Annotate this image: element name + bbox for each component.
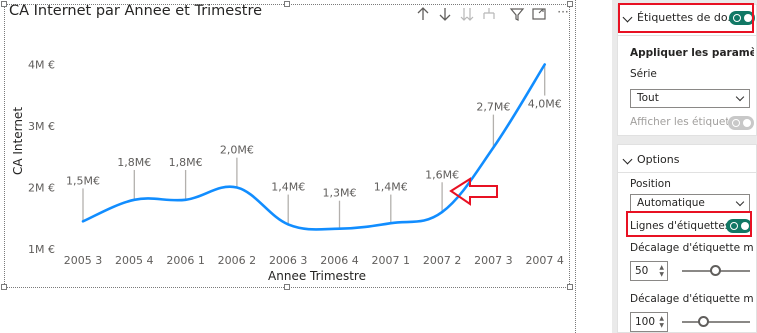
show-labels-label: Afficher les étiquet... (630, 116, 728, 128)
position-dropdown-value: Automatique (637, 197, 705, 209)
x-tick-label: 2005 4 (115, 254, 154, 267)
data-label: 1,4M€ (271, 181, 305, 194)
chart-plot-area: 1M € 2M € 3M € 4M € 1,5M€ 1,8M€ 1,8M€ 2,0M€ 1,4… (11, 59, 564, 284)
data-label: 2,7M€ (476, 101, 510, 114)
options-title: Options (637, 153, 680, 166)
canvas-gutter (575, 0, 612, 333)
series-line[interactable] (81, 63, 546, 231)
apply-settings-title: Appliquer les paramètre... (630, 47, 754, 59)
x-tick-label: 2005 3 (64, 254, 103, 267)
format-pane: Étiquettes de do... Appliquer les paramè… (612, 0, 757, 333)
data-label: 1,5M€ (66, 174, 100, 187)
max-offset-stepper[interactable]: 100 ▲ ▼ (630, 312, 668, 332)
max-offset-slider[interactable] (682, 321, 750, 323)
divider (618, 35, 756, 36)
data-label: 1,4M€ (374, 181, 408, 194)
chevron-down-icon (622, 154, 633, 165)
y-tick-label: 4M € (28, 59, 55, 72)
highlight-box-leader-lines (626, 211, 752, 237)
canvas-edge-dotted-line (575, 0, 576, 333)
data-label: 1,6M€ (425, 168, 459, 181)
chevron-down-icon (735, 197, 745, 207)
data-label: 1,8M€ (117, 156, 151, 169)
data-label: 1,3M€ (323, 187, 357, 200)
line-chart-visual[interactable]: CA Internet par Annee et Trimestre ··· 1… (0, 0, 575, 333)
y-tick-label: 2M € (28, 182, 55, 195)
highlight-box-data-labels (618, 3, 754, 33)
x-tick-label: 2007 4 (525, 254, 564, 267)
x-tick-label: 2006 2 (218, 254, 257, 267)
x-tick-label: 2006 1 (166, 254, 205, 267)
annotation-arrow (449, 177, 498, 206)
divider (618, 172, 756, 173)
options-header[interactable]: Options (618, 147, 756, 173)
x-tick-label: 2007 3 (474, 254, 513, 267)
y-axis-title: CA Internet (11, 107, 25, 175)
spin-arrows-icon[interactable]: ▲ ▼ (659, 264, 664, 278)
series-label: Série (630, 68, 657, 80)
min-offset-value: 50 (635, 265, 649, 277)
x-tick-label: 2007 2 (423, 254, 462, 267)
show-labels-toggle (728, 116, 754, 130)
options-card: Options Position Automatique Lignes d'ét… (617, 144, 757, 333)
chevron-down-icon (735, 92, 745, 102)
max-offset-label: Décalage d'étiquette max... (630, 293, 754, 305)
y-tick-label: 3M € (28, 120, 55, 133)
min-offset-label: Décalage d'étiquette min... (630, 242, 754, 254)
data-label: 4,0M€ (528, 98, 562, 111)
x-axis-title: Annee Trimestre (268, 269, 366, 283)
x-tick-label: 2007 1 (372, 254, 411, 267)
max-offset-value: 100 (635, 316, 656, 328)
data-label: 1,8M€ (169, 156, 203, 169)
y-tick-label: 1M € (28, 243, 55, 256)
data-label: 2,0M€ (220, 144, 254, 157)
position-label: Position (630, 178, 671, 190)
min-offset-stepper[interactable]: 50 ▲ ▼ (630, 261, 668, 281)
spin-arrows-icon[interactable]: ▲ ▼ (659, 315, 664, 329)
series-dropdown-value: Tout (637, 92, 659, 104)
max-offset-slider-thumb[interactable] (698, 316, 710, 327)
series-dropdown[interactable]: Tout (630, 89, 750, 108)
min-offset-slider-thumb[interactable] (710, 265, 721, 276)
x-tick-label: 2006 3 (269, 254, 308, 267)
x-tick-label: 2006 4 (320, 254, 359, 267)
